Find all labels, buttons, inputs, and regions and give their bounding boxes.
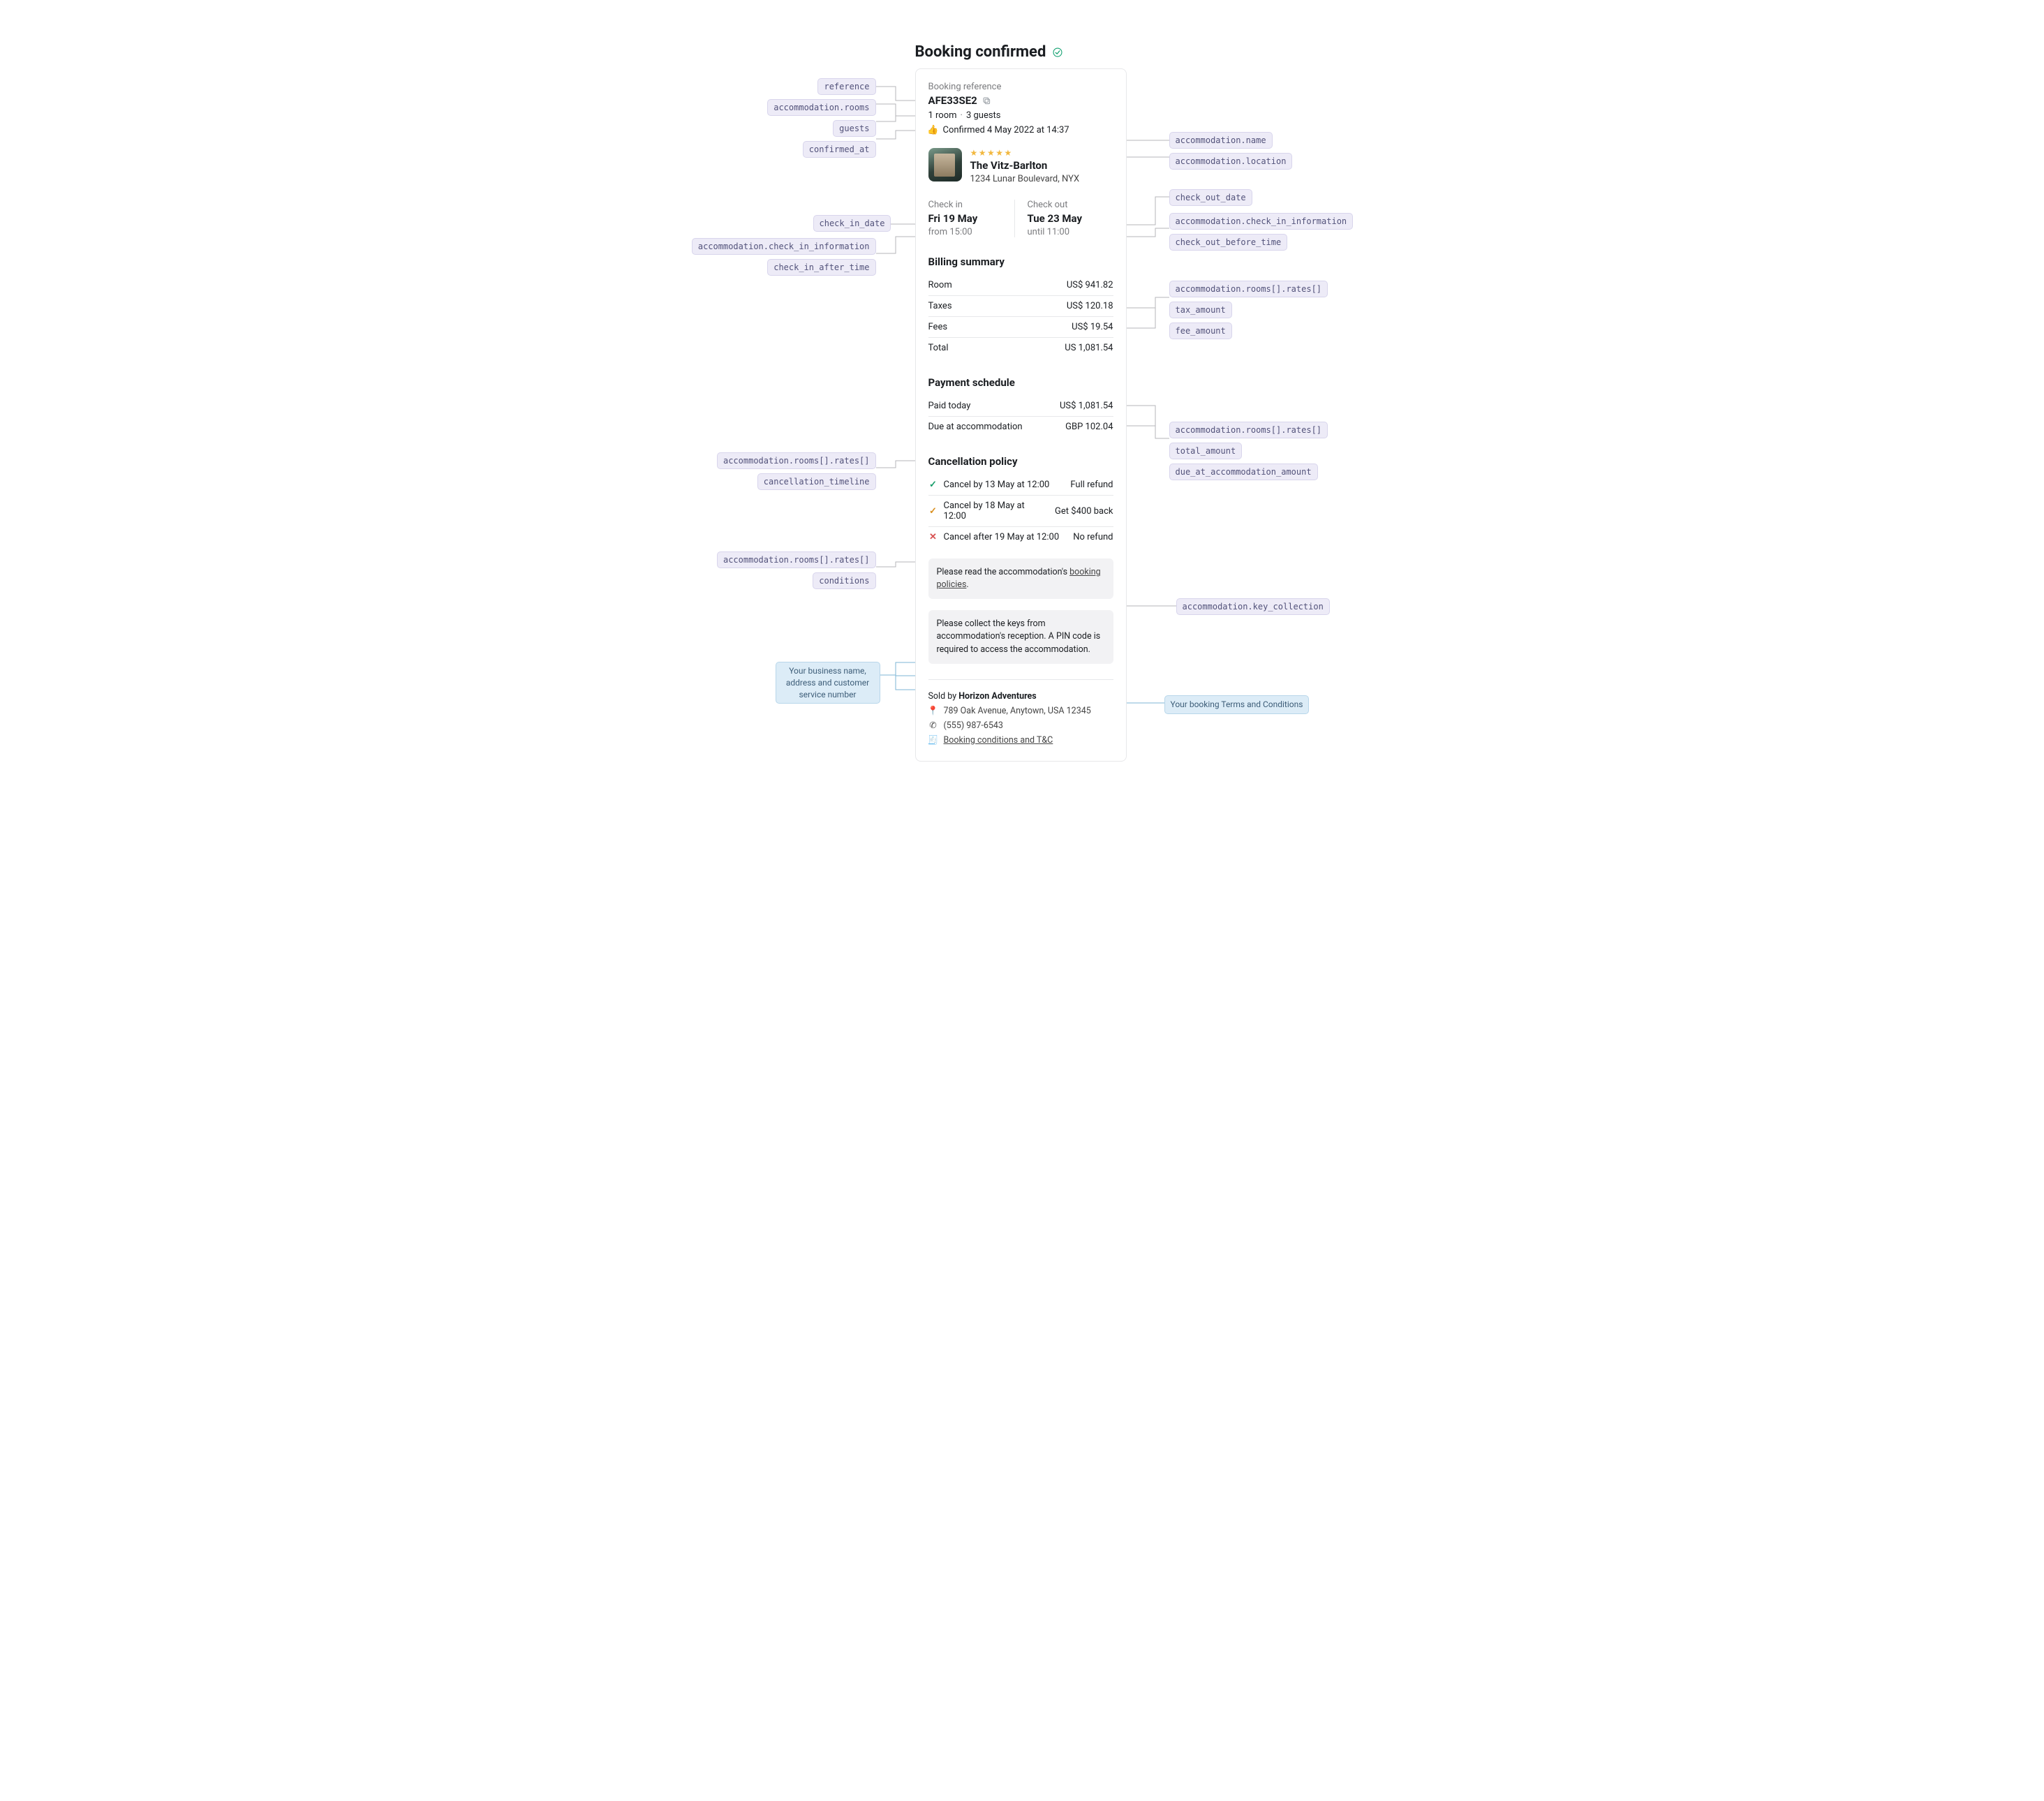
tag-check-in-date: check_in_date (813, 215, 891, 232)
booking-reference-label: Booking reference (928, 82, 1113, 92)
cancel-value: No refund (1073, 532, 1113, 542)
tag-fee-amount: fee_amount (1169, 323, 1232, 339)
check-out-time: until 11:00 (1028, 227, 1113, 237)
booking-card: Booking reference AFE33SE2 1 room·3 gues… (915, 68, 1127, 762)
billing-total-value: US 1,081.54 (1065, 343, 1113, 353)
cancel-glyph-icon: ✓ (928, 506, 938, 516)
billing-summary-title: Billing summary (928, 255, 1113, 268)
tag-cii-r: accommodation.check_in_information (1169, 213, 1354, 230)
tag-tax-amount: tax_amount (1169, 302, 1232, 318)
cancel-row: ✕ Cancel after 19 May at 12:00 No refund (928, 526, 1113, 547)
billing-taxes-value: US$ 120.18 (1067, 301, 1113, 311)
key-collection-notice: Please collect the keys from accommodati… (928, 610, 1113, 663)
cancel-row: ✓ Cancel by 13 May at 12:00 Full refund (928, 475, 1113, 495)
check-in-date: Fri 19 May (928, 212, 1014, 225)
hotel-thumbnail (928, 148, 962, 181)
tag-key-collection: accommodation.key_collection (1176, 598, 1330, 615)
page-title: Booking confirmed (915, 43, 1046, 61)
check-out-date: Tue 23 May (1028, 212, 1113, 225)
cancellation-title: Cancellation policy (928, 455, 1113, 468)
hotel-address: 1234 Lunar Boulevard, NYX (970, 174, 1113, 184)
cancel-row: ✓ Cancel by 18 May at 12:00 Get $400 back (928, 495, 1113, 526)
tag-cii-l: accommodation.check_in_information (692, 238, 876, 255)
cancel-label: Cancel by 13 May at 12:00 (944, 480, 1065, 490)
check-in-time: from 15:00 (928, 227, 1014, 237)
booking-reference-value: AFE33SE2 (928, 94, 977, 107)
hotel-rating-stars: ★★★★★ (970, 148, 1113, 158)
tag-reference: reference (817, 78, 875, 95)
check-in-label: Check in (928, 200, 1014, 210)
tag-acc-name: accommodation.name (1169, 132, 1273, 149)
hotel-name: The Vitz-Barlton (970, 159, 1113, 172)
billing-fees-label: Fees (928, 322, 948, 332)
due-label: Due at accommodation (928, 422, 1023, 432)
tag-acc-location: accommodation.location (1169, 153, 1293, 170)
billing-room-value: US$ 941.82 (1067, 280, 1113, 290)
tag-confirmed-at: confirmed_at (803, 141, 876, 158)
tag-cancel-timeline: cancellation_timeline (757, 473, 876, 490)
seller-address: 789 Oak Avenue, Anytown, USA 12345 (944, 706, 1091, 716)
billing-fees-value: US$ 19.54 (1072, 322, 1113, 332)
due-value: GBP 102.04 (1065, 422, 1113, 432)
confirmed-at: Confirmed 4 May 2022 at 14:37 (943, 125, 1069, 135)
paid-today-value: US$ 1,081.54 (1060, 401, 1113, 411)
paid-today-label: Paid today (928, 401, 971, 411)
tag-rates-3: accommodation.rooms[].rates[] (717, 452, 876, 469)
tag-rates-1: accommodation.rooms[].rates[] (1169, 281, 1328, 297)
billing-room-label: Room (928, 280, 952, 290)
tag-rooms: accommodation.rooms (767, 99, 875, 116)
cancel-glyph-icon: ✓ (928, 480, 938, 490)
callout-business-info: Your business name, address and customer… (776, 662, 880, 704)
tag-co-before: check_out_before_time (1169, 234, 1288, 251)
check-out-label: Check out (1028, 200, 1113, 210)
map-pin-icon: 📍 (928, 706, 938, 716)
tag-guests: guests (833, 120, 875, 137)
tag-total-amount: total_amount (1169, 443, 1243, 459)
sold-by: Sold by Horizon Adventures (928, 691, 1113, 702)
billing-total-label: Total (928, 343, 949, 353)
cancel-value: Full refund (1070, 480, 1113, 490)
cancel-glyph-icon: ✕ (928, 533, 938, 542)
confirmed-badge-icon (1053, 47, 1062, 57)
payment-schedule-title: Payment schedule (928, 376, 1113, 389)
billing-taxes-label: Taxes (928, 301, 952, 311)
tag-due-amount: due_at_accommodation_amount (1169, 464, 1318, 480)
callout-tnc: Your booking Terms and Conditions (1164, 695, 1310, 714)
tag-ci-after: check_in_after_time (767, 259, 875, 276)
tag-rates-2: accommodation.rooms[].rates[] (1169, 422, 1328, 438)
tnc-link[interactable]: Booking conditions and T&C (944, 735, 1053, 746)
tag-conditions: conditions (813, 572, 875, 589)
phone-icon: ✆ (928, 720, 938, 730)
cancel-label: Cancel after 19 May at 12:00 (944, 532, 1068, 542)
document-icon: 🧾 (928, 735, 938, 745)
rooms-guests: 1 room·3 guests (928, 110, 1113, 121)
conditions-notice: Please read the accommodation's booking … (928, 558, 1113, 599)
cancel-label: Cancel by 18 May at 12:00 (944, 501, 1050, 521)
thumbs-up-icon: 👍 (928, 126, 938, 135)
copy-icon[interactable] (982, 96, 992, 105)
cancel-value: Get $400 back (1055, 506, 1113, 517)
tag-check-out-date: check_out_date (1169, 189, 1252, 206)
tag-rates-4: accommodation.rooms[].rates[] (717, 551, 876, 568)
seller-phone: (555) 987-6543 (944, 720, 1003, 731)
